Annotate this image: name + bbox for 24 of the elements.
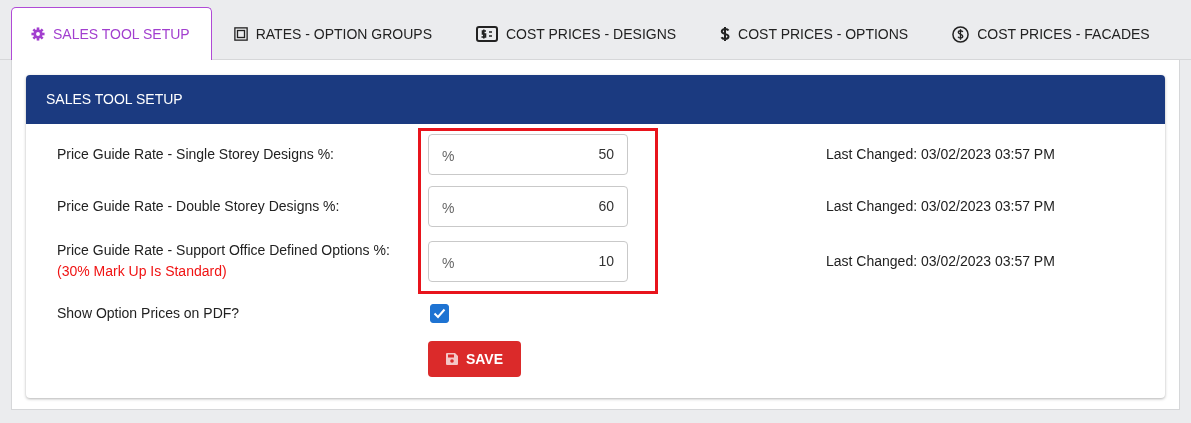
checkbox-label: Show Option Prices on PDF? xyxy=(57,303,240,323)
card-title: SALES TOOL SETUP xyxy=(46,90,183,109)
timestamp-text: Last Changed: 03/02/2023 03:57 PM xyxy=(826,251,1055,271)
tab[interactable]: SALES TOOL SETUP xyxy=(11,7,212,60)
tab[interactable]: COST PRICES - FACADES xyxy=(930,7,1172,60)
checkbox[interactable] xyxy=(430,303,449,323)
field-label: Price Guide Rate - Support Office Defined Options %: xyxy=(57,241,390,260)
gear-icon xyxy=(31,27,45,41)
field-label: Price Guide Rate - Double Storey Designs %: xyxy=(57,196,340,216)
tab[interactable]: COST PRICES - OPTIONS xyxy=(698,7,931,60)
frame-icon xyxy=(233,27,248,41)
timestamp-text: Last Changed: 03/02/2023 03:57 PM xyxy=(826,144,1055,164)
percent-prefix: % xyxy=(442,253,455,273)
field-label: Price Guide Rate - Single Storey Designs %: xyxy=(57,144,334,164)
save-button[interactable]: SAVE xyxy=(428,341,521,377)
dollar-box-icon xyxy=(476,26,498,42)
tab[interactable]: COST PRICES - DESIGNS xyxy=(454,7,699,60)
hint-text: (30% Mark Up Is Standard) xyxy=(57,262,228,281)
percent-prefix: % xyxy=(442,146,455,166)
dollar-circle-icon xyxy=(952,25,970,43)
dollar-icon xyxy=(720,26,731,42)
timestamp-text: Last Changed: 03/02/2023 03:57 PM xyxy=(826,196,1055,216)
percent-prefix: % xyxy=(442,198,455,218)
tab[interactable]: RATES - OPTION GROUPS xyxy=(211,7,454,60)
